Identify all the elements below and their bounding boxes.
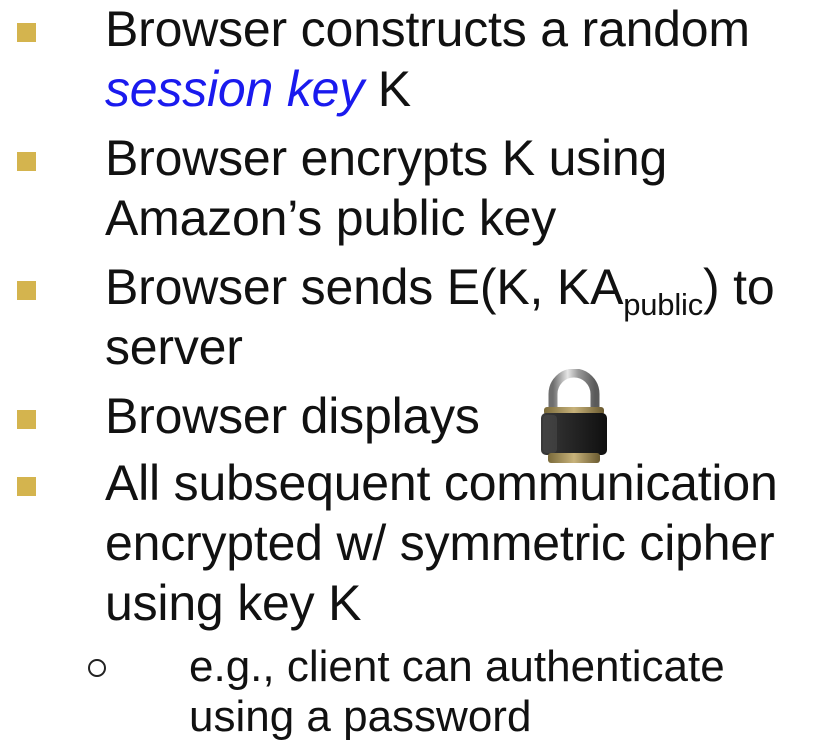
session-key-term: session key xyxy=(105,61,365,117)
sub-bullet-marker xyxy=(88,659,106,677)
bullet-3-post: ) to xyxy=(703,259,775,315)
bullet-2-line-1: Browser encrypts K using xyxy=(105,130,668,186)
bullet-3-pre: Browser sends E(K, KA xyxy=(105,259,624,315)
bullet-marker xyxy=(17,23,36,42)
bullet-marker xyxy=(17,477,36,496)
bullet-1-line-2-rest: K xyxy=(364,61,411,117)
sub-bullet-line-2: using a password xyxy=(189,692,532,741)
bullet-5-line-3: using key K xyxy=(105,575,362,631)
bullet-marker xyxy=(17,410,36,429)
bullet-2-line-2: Amazon’s public key xyxy=(105,190,557,246)
bullet-marker xyxy=(17,281,36,300)
sub-bullet-line-1: e.g., client can authenticate xyxy=(189,642,725,691)
bullet-5-line-2: encrypted w/ symmetric cipher xyxy=(105,515,775,571)
bullet-3-line-1: Browser sends E(K, KApublic) to xyxy=(105,259,775,320)
padlock-icon xyxy=(541,369,607,463)
public-subscript: public xyxy=(623,287,704,322)
bullet-marker xyxy=(17,152,36,171)
bullet-3-line-2: server xyxy=(105,319,243,375)
bullet-5-line-1: All subsequent communication xyxy=(105,455,778,511)
bullet-4-line-1: Browser displays xyxy=(105,388,480,444)
bullet-1-line-2: session key K xyxy=(105,64,411,114)
bullet-1-line-1: Browser constructs a random xyxy=(105,1,750,57)
